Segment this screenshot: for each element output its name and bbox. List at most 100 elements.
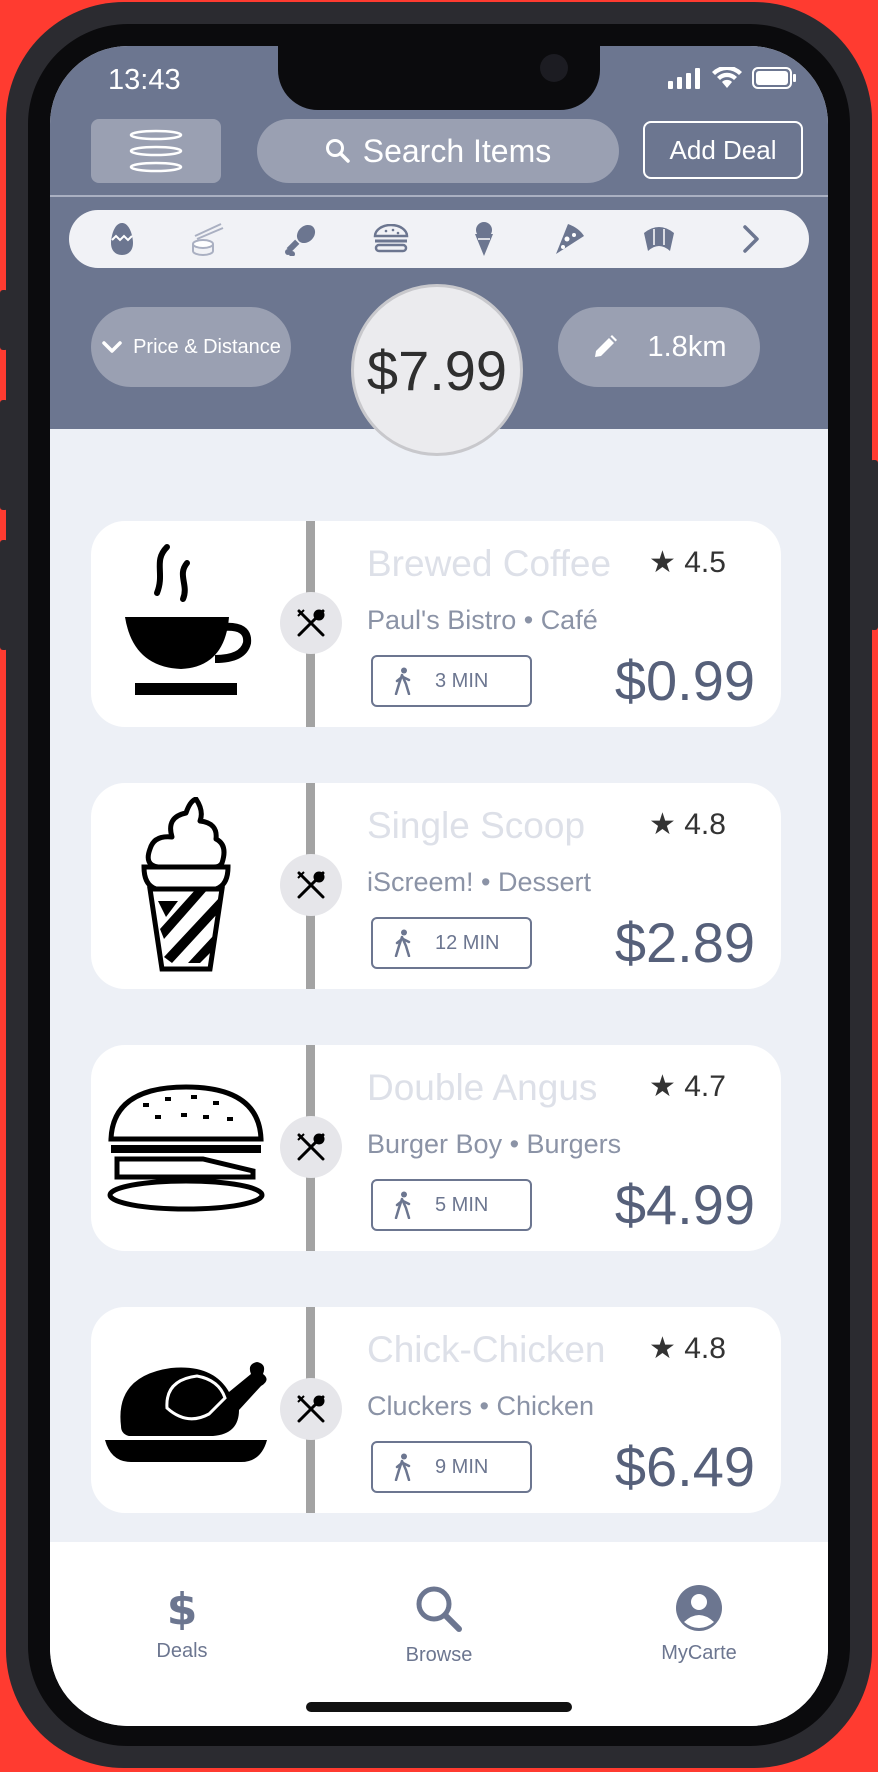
tab-mycarte[interactable]: MyCarte xyxy=(619,1584,779,1665)
chevron-down-icon xyxy=(102,341,122,353)
walking-icon xyxy=(394,667,411,695)
volume-up-button xyxy=(0,400,8,510)
notch xyxy=(278,46,600,110)
deal-rating: ★ 4.8 xyxy=(649,1331,726,1366)
deal-name: Single Scoop xyxy=(367,805,586,846)
fork-knife-icon xyxy=(280,1378,342,1440)
deal-restaurant: iScreem! • Dessert xyxy=(367,867,592,897)
deal-card[interactable]: Brewed Coffee ★ 4.5 Paul's Bistro • Café… xyxy=(91,521,781,727)
croissant-icon[interactable] xyxy=(639,220,679,258)
status-icons xyxy=(668,66,798,90)
star-icon: ★ xyxy=(649,1070,676,1103)
walk-time: 12 MIN xyxy=(435,931,500,954)
walking-icon xyxy=(394,1453,411,1481)
power-button xyxy=(870,460,878,630)
distance-filter-button[interactable]: 1.8km xyxy=(558,307,760,387)
svg-text:$: $ xyxy=(167,1584,197,1630)
category-bar xyxy=(69,210,809,268)
fork-knife-icon xyxy=(280,1116,342,1178)
restaurant-name: Paul's Bistro xyxy=(367,605,517,635)
sort-filter-button[interactable]: Price & Distance xyxy=(91,307,291,387)
battery-icon xyxy=(752,67,796,89)
account-circle-icon xyxy=(676,1585,722,1631)
dollar-icon: $ xyxy=(167,1584,197,1630)
deal-card[interactable]: Chick-Chicken ★ 4.8 Cluckers • Chicken 9… xyxy=(91,1307,781,1513)
deal-card[interactable]: Double Angus ★ 4.7 Burger Boy • Burgers … xyxy=(91,1045,781,1251)
walking-icon xyxy=(394,929,411,957)
walk-time-button[interactable]: 12 MIN xyxy=(371,917,532,969)
deal-price: $0.99 xyxy=(614,649,755,712)
mute-switch xyxy=(0,290,8,350)
restaurant-name: Cluckers xyxy=(367,1391,473,1421)
header-divider xyxy=(50,195,828,197)
status-time: 13:43 xyxy=(108,64,181,96)
restaurant-category: Café xyxy=(540,605,598,635)
tab-browse[interactable]: Browse xyxy=(359,1584,519,1667)
tab-deals[interactable]: $ Deals xyxy=(102,1584,262,1663)
distance-label: 1.8km xyxy=(647,330,727,363)
restaurant-category: Dessert xyxy=(498,867,592,897)
front-camera xyxy=(540,54,568,82)
wifi-icon xyxy=(712,67,742,88)
deal-restaurant: Paul's Bistro • Café xyxy=(367,605,598,635)
tab-deals-label: Deals xyxy=(156,1640,208,1662)
deal-rating: ★ 4.7 xyxy=(649,1069,726,1104)
restaurant-name: Burger Boy xyxy=(367,1129,503,1159)
deal-price: $4.99 xyxy=(614,1173,755,1236)
rating-value: 4.5 xyxy=(684,546,726,579)
tab-bar: $ Deals Browse MyCarte xyxy=(50,1542,828,1726)
search-icon xyxy=(416,1586,462,1632)
walk-time: 9 MIN xyxy=(435,1455,489,1478)
menu-button[interactable] xyxy=(91,119,221,183)
home-indicator[interactable] xyxy=(306,1702,572,1712)
deal-card[interactable]: Single Scoop ★ 4.8 iScreem! • Dessert 12… xyxy=(91,783,781,989)
chevron-right-icon[interactable] xyxy=(731,220,771,258)
deal-rating: ★ 4.8 xyxy=(649,807,726,842)
sushi-icon[interactable] xyxy=(187,220,227,258)
roast-chicken-icon xyxy=(101,1321,271,1499)
deal-price: $2.89 xyxy=(614,911,755,974)
pencil-icon xyxy=(594,335,617,357)
deal-name: Double Angus xyxy=(367,1067,598,1108)
tab-mycarte-label: MyCarte xyxy=(661,1642,737,1664)
coffee-icon xyxy=(101,535,271,713)
pizza-icon[interactable] xyxy=(550,220,590,258)
deal-restaurant: Cluckers • Chicken xyxy=(367,1391,595,1421)
fork-knife-icon xyxy=(280,592,342,654)
drumstick-icon[interactable] xyxy=(281,220,321,258)
max-price-selector[interactable]: $7.99 xyxy=(351,284,523,456)
walk-time: 5 MIN xyxy=(435,1193,489,1216)
signal-icon xyxy=(668,68,700,89)
ice-cream-cone-icon xyxy=(101,797,271,975)
deal-price: $6.49 xyxy=(614,1435,755,1498)
restaurant-name: iScreem! xyxy=(367,867,474,897)
sort-filter-label: Price & Distance xyxy=(133,335,281,358)
walk-time-button[interactable]: 3 MIN xyxy=(371,655,532,707)
burger-icon[interactable] xyxy=(371,220,411,258)
rating-value: 4.8 xyxy=(684,808,726,841)
walk-time-button[interactable]: 5 MIN xyxy=(371,1179,532,1231)
deal-name: Brewed Coffee xyxy=(367,543,612,584)
search-label: Search Items xyxy=(362,132,552,169)
rating-value: 4.7 xyxy=(684,1070,726,1103)
deal-restaurant: Burger Boy • Burgers xyxy=(367,1129,622,1159)
ice-cream-icon[interactable] xyxy=(464,220,504,258)
star-icon: ★ xyxy=(649,546,676,579)
screen: 13:43 Search Items Add Deal Price & Dist… xyxy=(50,46,828,1726)
egg-icon[interactable] xyxy=(102,220,142,258)
rating-value: 4.8 xyxy=(684,1332,726,1365)
deal-name: Chick-Chicken xyxy=(367,1329,606,1370)
add-deal-button[interactable]: Add Deal xyxy=(643,121,803,179)
walking-icon xyxy=(394,1191,411,1219)
burger-icon xyxy=(101,1059,271,1237)
fork-knife-icon xyxy=(280,854,342,916)
restaurant-category: Chicken xyxy=(496,1391,595,1421)
walk-time: 3 MIN xyxy=(435,669,489,692)
search-icon xyxy=(325,139,350,163)
volume-down-button xyxy=(0,540,8,650)
search-button[interactable]: Search Items xyxy=(257,119,619,183)
hamburger-icon xyxy=(129,129,183,173)
deal-rating: ★ 4.5 xyxy=(649,545,726,580)
tab-browse-label: Browse xyxy=(405,1644,473,1666)
walk-time-button[interactable]: 9 MIN xyxy=(371,1441,532,1493)
